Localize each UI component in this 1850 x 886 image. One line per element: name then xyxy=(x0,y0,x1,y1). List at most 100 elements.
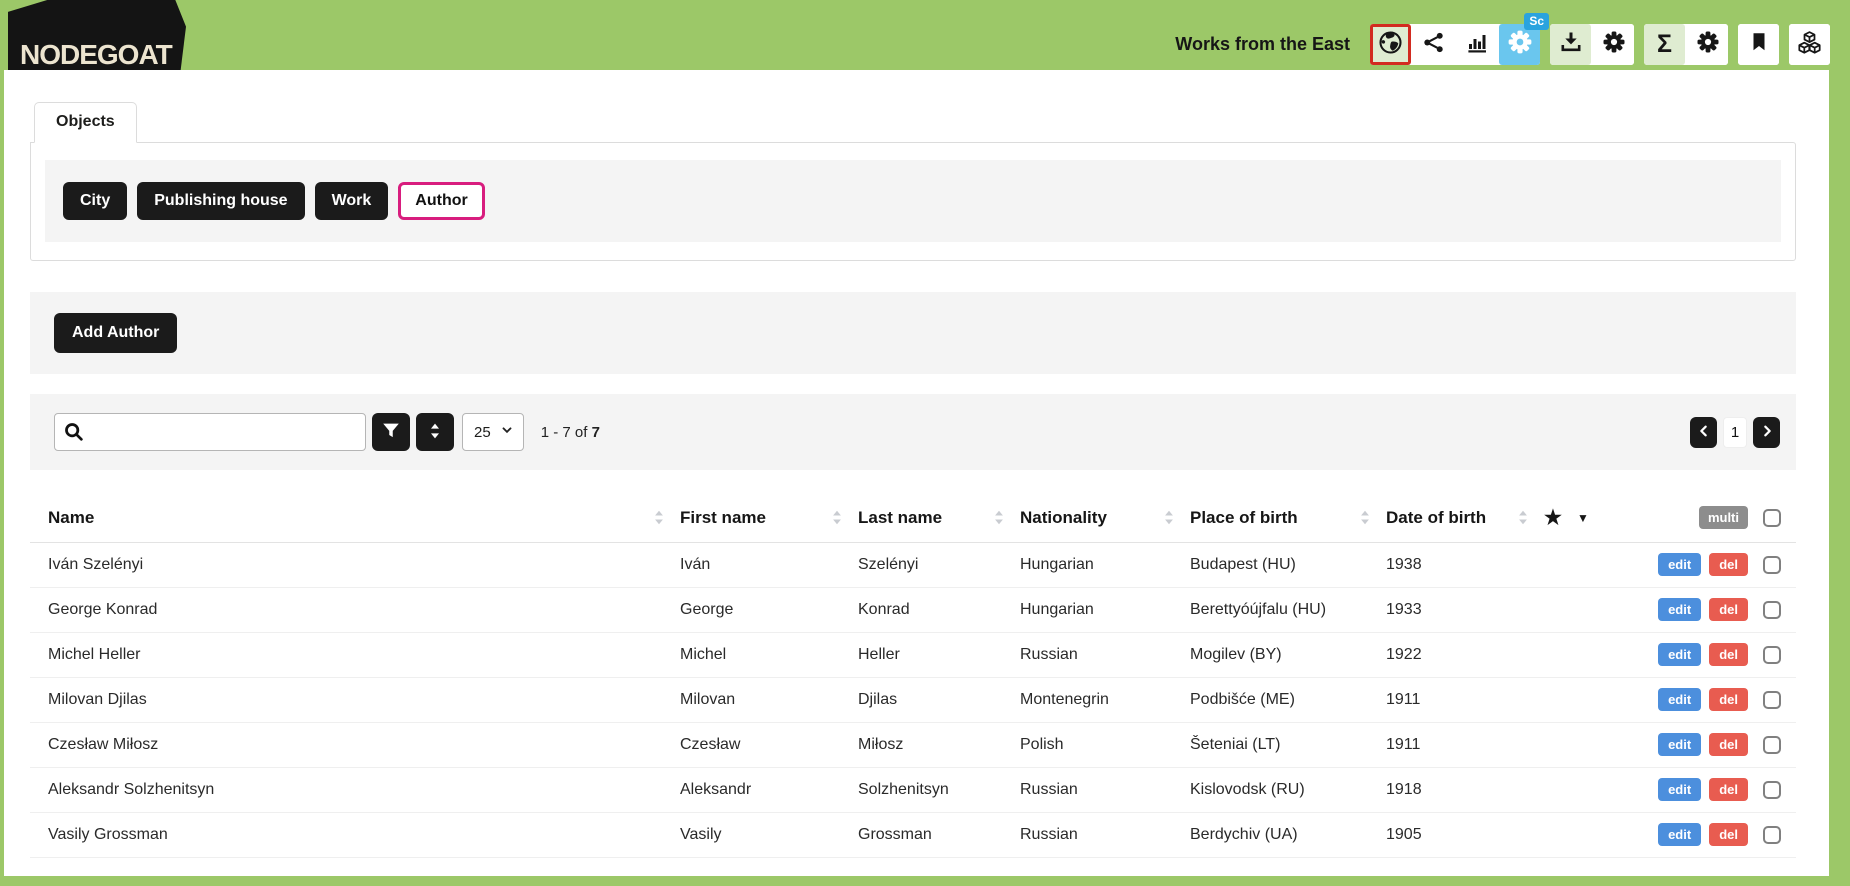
author-place-of-birth: Podbišće (ME) xyxy=(1190,690,1295,708)
globe-button[interactable] xyxy=(1370,24,1411,65)
analysis-settings-button[interactable] xyxy=(1687,24,1728,65)
edit-button[interactable]: edit xyxy=(1658,553,1702,576)
bookmark-button[interactable] xyxy=(1738,24,1779,65)
table-row[interactable]: Milovan Djilas Milovan Djilas Montenegri… xyxy=(30,677,1796,723)
del-button[interactable]: del xyxy=(1709,688,1748,711)
author-date-of-birth: 1905 xyxy=(1386,825,1422,843)
download-button[interactable] xyxy=(1550,24,1591,65)
column-header-first-name: First name xyxy=(680,507,766,527)
row-checkbox[interactable] xyxy=(1763,735,1781,754)
scope-settings-button[interactable]: Sc xyxy=(1499,13,1549,65)
edit-button[interactable]: edit xyxy=(1658,823,1702,846)
search-icon xyxy=(65,423,83,441)
author-name: Iván Szelényi xyxy=(48,555,144,573)
prev-page-button[interactable] xyxy=(1690,416,1717,448)
author-first-name: Michel xyxy=(680,645,727,663)
nodegoat-logo[interactable]: NODEGOAT xyxy=(8,0,186,70)
table-row[interactable]: Iván Szelényi Iván Szelényi Hungarian Bu… xyxy=(30,542,1796,588)
table-row[interactable]: George Konrad George Konrad Hungarian Be… xyxy=(30,587,1796,633)
del-button[interactable]: del xyxy=(1709,553,1748,576)
multi-select-button[interactable]: multi xyxy=(1698,506,1748,530)
object-type-publishing-house-button[interactable]: Publishing house xyxy=(137,182,305,220)
author-nationality: Hungarian xyxy=(1020,600,1094,618)
analysis-button[interactable]: Σ xyxy=(1644,24,1685,65)
table-row[interactable]: Czesław Miłosz Czesław Miłosz Polish Šet… xyxy=(30,722,1796,768)
globe-icon xyxy=(1378,30,1403,60)
author-date-of-birth: 1911 xyxy=(1386,690,1421,708)
row-checkbox[interactable] xyxy=(1763,690,1781,709)
next-page-button[interactable] xyxy=(1753,416,1780,448)
author-date-of-birth: 1918 xyxy=(1386,780,1422,798)
select-all-checkbox[interactable] xyxy=(1763,508,1781,527)
author-nationality: Russian xyxy=(1020,825,1078,843)
export-settings-button[interactable] xyxy=(1593,24,1634,65)
add-author-button[interactable]: Add Author xyxy=(54,313,178,353)
author-last-name: Djilas xyxy=(858,690,898,708)
table-row[interactable]: Vasily Grossman Vasily Grossman Russian … xyxy=(30,812,1796,858)
row-checkbox[interactable] xyxy=(1763,555,1781,574)
author-nationality: Hungarian xyxy=(1020,555,1094,573)
search-field-wrap xyxy=(54,413,366,451)
row-checkbox[interactable] xyxy=(1763,600,1781,619)
nodegoat-app: NODEGOAT Works from the East Sc Σ Object… xyxy=(0,0,1850,886)
table-row[interactable]: Aleksandr Solzhenitsyn Aleksandr Solzhen… xyxy=(30,767,1796,813)
author-place-of-birth: Šeteniai (LT) xyxy=(1190,735,1281,753)
row-checkbox[interactable] xyxy=(1763,645,1781,664)
author-name: Vasily Grossman xyxy=(48,825,168,843)
current-page-box[interactable]: 1 xyxy=(1723,416,1747,448)
sort-last-name-control[interactable] xyxy=(992,509,1006,526)
sort-first-name-control[interactable] xyxy=(830,509,844,526)
network-graph-button[interactable] xyxy=(1413,24,1454,65)
author-last-name: Grossman xyxy=(858,825,932,843)
author-first-name: Czesław xyxy=(680,735,741,753)
tab-objects[interactable]: Objects xyxy=(34,102,137,143)
object-type-author-button[interactable]: Author xyxy=(398,182,485,220)
page-size-select[interactable]: 25 xyxy=(462,413,524,451)
object-type-city-button[interactable]: City xyxy=(63,182,128,220)
column-header-last-name: Last name xyxy=(858,507,943,527)
del-button[interactable]: del xyxy=(1709,823,1748,846)
filter-button[interactable] xyxy=(372,413,410,451)
author-date-of-birth: 1922 xyxy=(1386,645,1422,663)
bookmark-button-group xyxy=(1738,24,1779,65)
object-type-work-button[interactable]: Work xyxy=(314,182,389,220)
edit-button[interactable]: edit xyxy=(1658,733,1702,756)
share-nodes-icon xyxy=(1422,31,1445,59)
sort-order-button[interactable] xyxy=(416,413,454,451)
chart-button[interactable] xyxy=(1456,24,1497,65)
edit-button[interactable]: edit xyxy=(1658,688,1702,711)
row-checkbox[interactable] xyxy=(1763,825,1781,844)
add-panel: Add Author xyxy=(30,292,1796,374)
result-count-total: 7 xyxy=(591,423,600,441)
del-button[interactable]: del xyxy=(1709,733,1748,756)
analysis-button-group: Σ xyxy=(1644,24,1728,65)
objects-panel: City Publishing house Work Author xyxy=(30,142,1796,261)
edit-button[interactable]: edit xyxy=(1658,778,1702,801)
author-date-of-birth: 1933 xyxy=(1386,600,1422,618)
sigma-icon: Σ xyxy=(1656,30,1672,58)
sort-date-of-birth-control[interactable] xyxy=(1516,509,1530,526)
del-button[interactable]: del xyxy=(1709,598,1748,621)
cubes-button[interactable] xyxy=(1789,24,1830,65)
gear-icon xyxy=(1507,29,1533,60)
star-filter-control[interactable]: ★ xyxy=(1544,508,1562,528)
column-header-place-of-birth: Place of birth xyxy=(1190,507,1298,527)
caret-down-control[interactable]: ▼ xyxy=(1577,512,1589,524)
page-size-value: 25 xyxy=(474,423,491,441)
del-button[interactable]: del xyxy=(1709,778,1748,801)
bar-chart-icon xyxy=(1465,30,1489,59)
edit-button[interactable]: edit xyxy=(1658,643,1702,666)
edit-button[interactable]: edit xyxy=(1658,598,1702,621)
gear-icon xyxy=(1696,30,1720,59)
search-input[interactable] xyxy=(54,413,366,451)
visualisation-button-group: Sc xyxy=(1370,13,1549,65)
sort-place-of-birth-control[interactable] xyxy=(1358,509,1372,526)
table-row[interactable]: Michel Heller Michel Heller Russian Mogi… xyxy=(30,632,1796,678)
row-checkbox[interactable] xyxy=(1763,780,1781,799)
sort-nationality-control[interactable] xyxy=(1162,509,1176,526)
download-icon xyxy=(1559,30,1583,59)
del-button[interactable]: del xyxy=(1709,643,1748,666)
search-panel: 25 1 - 7 of 7 1 xyxy=(30,394,1796,470)
sort-name-control[interactable] xyxy=(652,509,666,526)
export-button-group xyxy=(1550,24,1634,65)
